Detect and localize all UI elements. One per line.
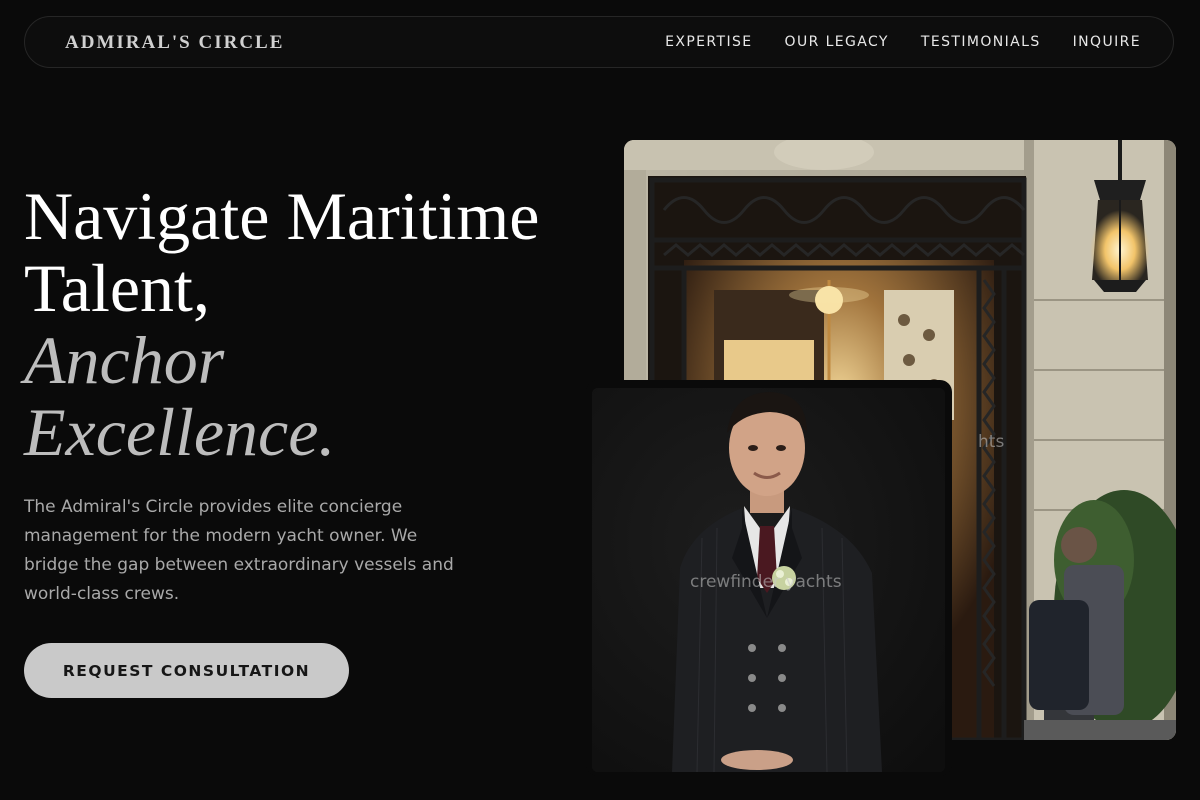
- request-consultation-button[interactable]: REQUEST CONSULTATION: [24, 643, 349, 698]
- entrance-watermark: hts: [978, 432, 1005, 452]
- portrait-card: crewfinder yachts: [586, 380, 952, 776]
- hero-title-line-1: Navigate Maritime: [24, 178, 540, 254]
- hero-title-line-4: Excellence.: [24, 394, 336, 470]
- hero-description: The Admiral's Circle provides elite conc…: [24, 497, 454, 604]
- nav-link-testimonials[interactable]: TESTIMONIALS: [921, 34, 1041, 50]
- portrait-watermark: crewfinder yachts: [690, 572, 842, 592]
- hero-title-line-3: Anchor: [24, 322, 225, 398]
- hero-title-line-2: Talent,: [24, 250, 210, 326]
- nav-link-expertise[interactable]: EXPERTISE: [665, 34, 752, 50]
- page: ADMIRAL'S CIRCLE EXPERTISE OUR LEGACY TE…: [0, 0, 1200, 800]
- nav-link-our-legacy[interactable]: OUR LEGACY: [785, 34, 889, 50]
- nav-link-inquire[interactable]: INQUIRE: [1073, 34, 1141, 50]
- brand-logo[interactable]: ADMIRAL'S CIRCLE: [65, 32, 284, 54]
- hero-title: Navigate Maritime Talent, Anchor Excelle…: [24, 180, 539, 468]
- top-navigation: ADMIRAL'S CIRCLE EXPERTISE OUR LEGACY TE…: [24, 16, 1174, 68]
- portrait-photo: crewfinder yachts: [592, 388, 945, 772]
- nav-links: EXPERTISE OUR LEGACY TESTIMONIALS INQUIR…: [665, 34, 1141, 50]
